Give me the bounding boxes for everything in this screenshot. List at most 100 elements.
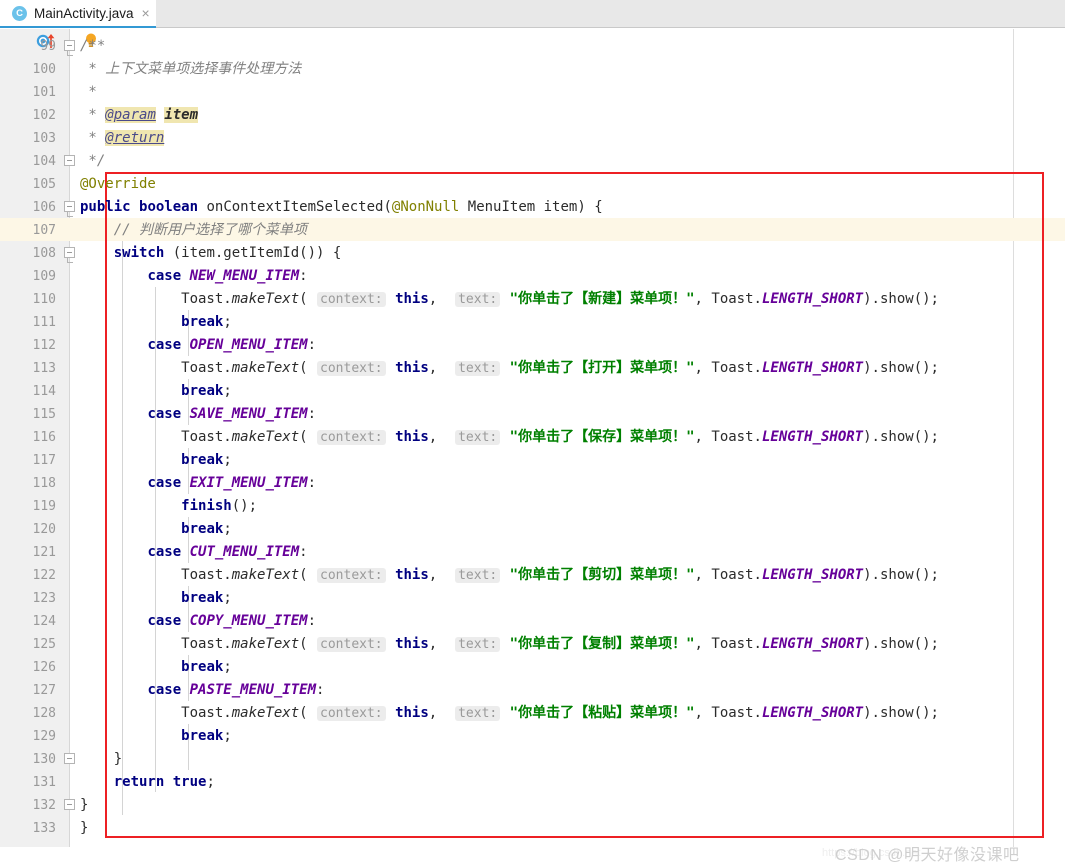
code-text: case OPEN_MENU_ITEM:	[147, 337, 317, 353]
code-line[interactable]: 126 break;	[0, 656, 1065, 679]
code-line-text: return true;	[80, 771, 215, 794]
code-line-text: case CUT_MENU_ITEM:	[80, 541, 308, 564]
code-line[interactable]: 103 * @return	[0, 127, 1065, 150]
code-line[interactable]: 101 *	[0, 81, 1065, 104]
fold-collapse-icon[interactable]	[64, 201, 75, 212]
fold-collapse-icon[interactable]	[64, 40, 75, 51]
close-icon[interactable]: ×	[142, 6, 150, 20]
line-number: 115	[32, 407, 56, 422]
code-line-text: switch (item.getItemId()) {	[80, 242, 342, 265]
code-line[interactable]: 113 Toast.makeText( context: this, text:…	[0, 357, 1065, 380]
code-line[interactable]: 120 break;	[0, 518, 1065, 541]
javadoc-comment: */	[80, 153, 106, 169]
code-line-text: Toast.makeText( context: this, text: "你单…	[80, 702, 939, 725]
constant-token: PASTE_MENU_ITEM	[189, 682, 317, 698]
code-text: Toast.makeText( context: this, text: "你单…	[80, 360, 939, 376]
code-line-text: * @param item	[80, 104, 199, 127]
code-line-text: case SAVE_MENU_ITEM:	[80, 403, 316, 426]
code-text: Toast.makeText( context: this, text: "你单…	[80, 636, 939, 652]
code-text: break;	[181, 590, 232, 606]
string-literal: "你单击了【复制】菜单项！"	[509, 636, 695, 652]
code-line[interactable]: 110 Toast.makeText( context: this, text:…	[0, 288, 1065, 311]
code-line[interactable]: 107 // 判断用户选择了哪个菜单项	[0, 219, 1065, 242]
code-line[interactable]: 128 Toast.makeText( context: this, text:…	[0, 702, 1065, 725]
nonnull-annotation: @NonNull	[391, 199, 460, 215]
string-literal: "你单击了【保存】菜单项！"	[509, 429, 695, 445]
code-text: Toast.makeText( context: this, text: "你单…	[80, 567, 939, 583]
keyword-token: switch	[113, 245, 165, 261]
code-line[interactable]: 116 Toast.makeText( context: this, text:…	[0, 426, 1065, 449]
keyword-token: break	[181, 383, 224, 399]
constant-token: LENGTH_SHORT	[761, 567, 864, 583]
code-text: break;	[181, 728, 232, 744]
code-line[interactable]: 118 case EXIT_MENU_ITEM:	[0, 472, 1065, 495]
fold-end-icon[interactable]	[64, 799, 75, 810]
code-line-text: case PASTE_MENU_ITEM:	[80, 679, 324, 702]
keyword-token: finish	[181, 498, 232, 514]
keyword-token: break	[181, 521, 224, 537]
fold-end-icon[interactable]	[64, 155, 75, 166]
editor-tab-bar: C MainActivity.java ×	[0, 0, 1065, 28]
code-line[interactable]: 108 switch (item.getItemId()) {	[0, 242, 1065, 265]
code-text: switch (item.getItemId()) {	[113, 245, 342, 261]
code-line-text: }	[80, 817, 88, 840]
keyword-token: this	[395, 636, 429, 652]
constant-token: CUT_MENU_ITEM	[189, 544, 300, 560]
line-number: 116	[32, 430, 56, 445]
keyword-token: break	[181, 452, 224, 468]
code-line[interactable]: 117 break;	[0, 449, 1065, 472]
constant-token: NEW_MENU_ITEM	[189, 268, 300, 284]
code-line[interactable]: 124 case COPY_MENU_ITEM:	[0, 610, 1065, 633]
parameter-hint: text:	[455, 568, 501, 583]
keyword-token: return	[113, 774, 165, 790]
code-line-text: }	[80, 794, 88, 817]
code-line[interactable]: 99 /**	[0, 35, 1065, 58]
code-line[interactable]: 106 public boolean onContextItemSelected(…	[0, 196, 1065, 219]
code-text: public boolean onContextItemSelected(@No…	[80, 199, 603, 215]
code-line[interactable]: 127 case PASTE_MENU_ITEM:	[0, 679, 1065, 702]
line-number: 112	[32, 338, 56, 353]
code-line[interactable]: 109 case NEW_MENU_ITEM:	[0, 265, 1065, 288]
code-text: }	[80, 797, 89, 813]
parameter-hint: text:	[455, 637, 501, 652]
code-line[interactable]: 119 finish();	[0, 495, 1065, 518]
code-line[interactable]: 132}	[0, 794, 1065, 817]
line-number: 102	[32, 108, 56, 123]
code-line[interactable]: 123 break;	[0, 587, 1065, 610]
parameter-hint: context:	[317, 706, 386, 721]
line-number: 123	[32, 591, 56, 606]
code-line[interactable]: 112 case OPEN_MENU_ITEM:	[0, 334, 1065, 357]
line-number: 125	[32, 637, 56, 652]
constant-token: OPEN_MENU_ITEM	[189, 337, 308, 353]
code-text: case PASTE_MENU_ITEM:	[147, 682, 325, 698]
code-line[interactable]: 102 * @param item	[0, 104, 1065, 127]
keyword-token: break	[181, 728, 224, 744]
line-number: 105	[32, 177, 56, 192]
method-token: makeText	[231, 636, 300, 652]
code-editor[interactable]: 99/** 100 * 上下文菜单项选择事件处理方法 101 * 102 * @par…	[0, 29, 1065, 864]
tab-mainactivity-java[interactable]: C MainActivity.java ×	[0, 0, 156, 28]
code-line[interactable]: 100 * 上下文菜单项选择事件处理方法	[0, 58, 1065, 81]
fold-collapse-icon[interactable]	[64, 247, 75, 258]
code-line[interactable]: 114 break;	[0, 380, 1065, 403]
parameter-hint: text:	[455, 706, 501, 721]
code-line[interactable]: 122 Toast.makeText( context: this, text:…	[0, 564, 1065, 587]
code-line[interactable]: 130 }	[0, 748, 1065, 771]
javadoc-param-tag: @param	[105, 107, 156, 123]
code-line[interactable]: 115 case SAVE_MENU_ITEM:	[0, 403, 1065, 426]
code-line[interactable]: 133}	[0, 817, 1065, 840]
keyword-token: case	[147, 268, 182, 284]
code-line[interactable]: 131 return true;	[0, 771, 1065, 794]
code-line[interactable]: 125 Toast.makeText( context: this, text:…	[0, 633, 1065, 656]
code-line[interactable]: 129 break;	[0, 725, 1065, 748]
code-line[interactable]: 111 break;	[0, 311, 1065, 334]
code-line[interactable]: 104 */	[0, 150, 1065, 173]
tab-label: MainActivity.java	[34, 5, 134, 21]
code-text: case CUT_MENU_ITEM:	[147, 544, 308, 560]
code-line-text: case EXIT_MENU_ITEM:	[80, 472, 316, 495]
code-line[interactable]: 121 case CUT_MENU_ITEM:	[0, 541, 1065, 564]
code-line[interactable]: 105 @Override	[0, 173, 1065, 196]
fold-end-icon[interactable]	[64, 753, 75, 764]
string-literal: "你单击了【剪切】菜单项！"	[509, 567, 695, 583]
method-token: makeText	[231, 567, 300, 583]
